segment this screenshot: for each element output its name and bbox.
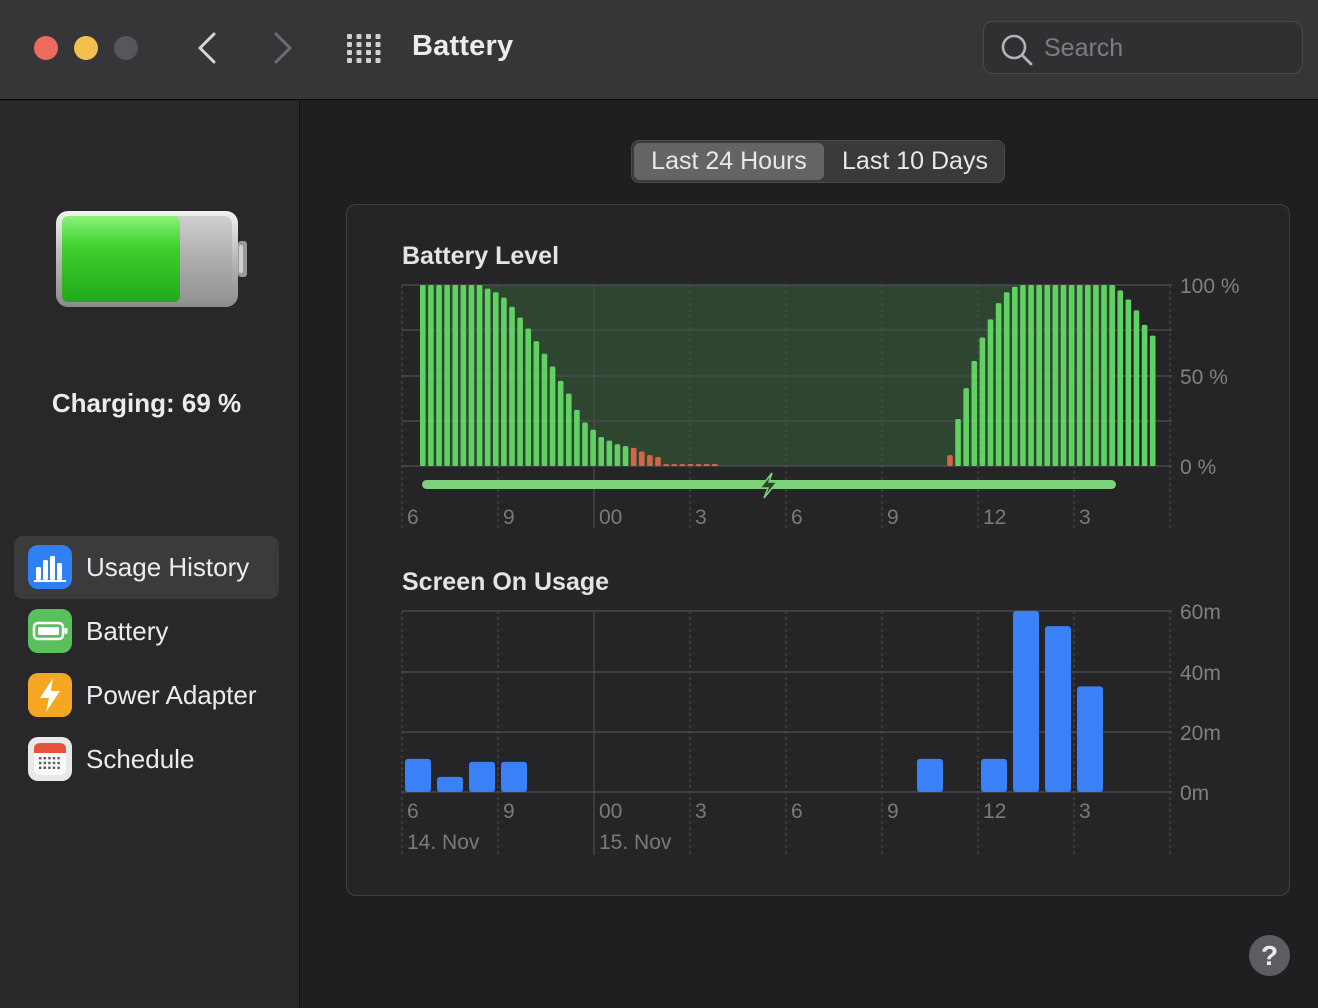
window-title: Battery [412,30,514,62]
forward-button[interactable] [262,26,302,70]
close-window-button[interactable] [34,36,58,60]
sidebar: Charging: 69 % Usage History Battery Pow… [0,101,300,1008]
battery-level-title: Battery Level [402,242,560,270]
sidebar-item-label: Battery [86,616,169,646]
search-field[interactable] [983,21,1303,74]
tab-last-24-hours[interactable]: Last 24 Hours [634,143,824,180]
charging-status: Charging: 69 % [51,388,242,418]
minimize-window-button[interactable] [74,36,98,60]
usage-charts-panel [346,204,1290,896]
battery-status-icon [56,211,247,307]
sidebar-item-label: Schedule [86,744,195,774]
sidebar-item-label: Power Adapter [86,680,257,710]
back-button[interactable] [188,26,228,70]
chevron-right-icon [274,32,292,64]
zoom-window-button[interactable] [114,36,138,60]
help-button[interactable]: ? [1249,935,1290,976]
battery-icon [28,609,72,653]
tab-last-10-days[interactable]: Last 10 Days [828,143,1002,180]
search-icon [1001,34,1033,66]
power-adapter-icon [28,673,72,717]
sidebar-item-schedule[interactable]: Schedule [14,728,279,791]
screen-on-usage-title: Screen On Usage [402,568,610,596]
time-range-selector: Last 24 Hours Last 10 Days [631,140,1005,183]
search-input[interactable] [1042,32,1286,64]
sidebar-item-usage-history[interactable]: Usage History [14,536,279,599]
show-all-button[interactable] [344,32,384,64]
chevron-left-icon [198,32,216,64]
sidebar-item-battery[interactable]: Battery [14,600,279,663]
sidebar-item-power-adapter[interactable]: Power Adapter [14,664,279,727]
sidebar-item-label: Usage History [86,552,250,582]
usage-history-icon [28,545,72,589]
schedule-icon [28,737,72,781]
grid-icon [347,34,381,63]
title-bar: Battery [0,0,1318,100]
